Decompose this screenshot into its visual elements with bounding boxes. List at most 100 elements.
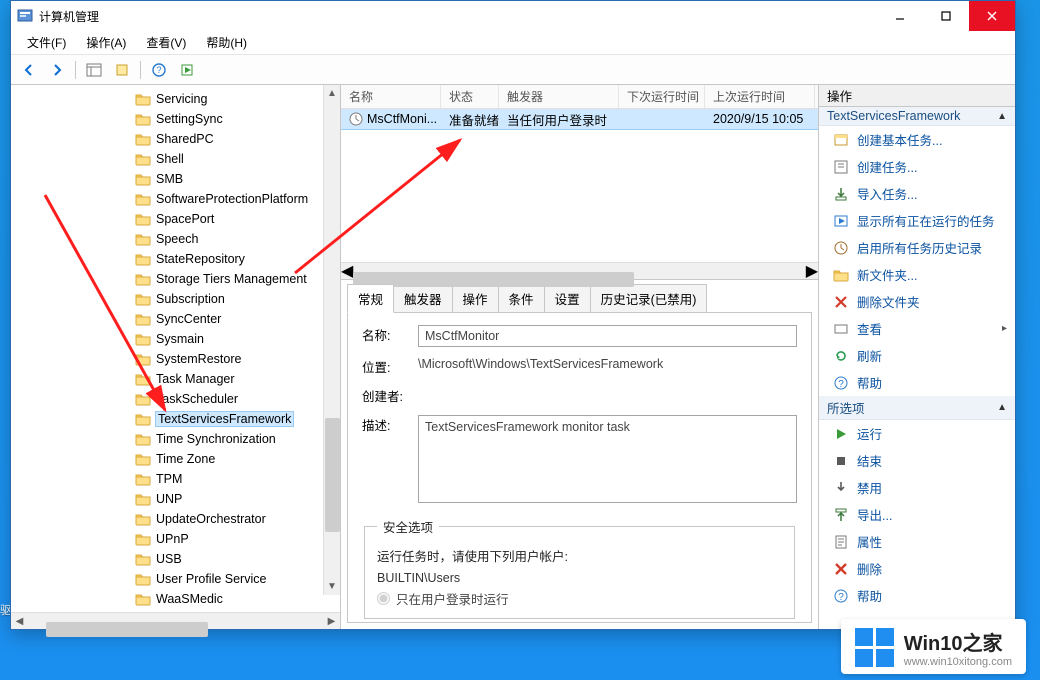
tree-node-wcm[interactable]: WCM <box>135 609 340 612</box>
tree-node-spaceport[interactable]: SpacePort <box>135 209 340 229</box>
action-查看[interactable]: 查看 <box>819 315 1015 342</box>
action-显示所有正在运行的任务[interactable]: 显示所有正在运行的任务 <box>819 207 1015 234</box>
folder-icon <box>135 392 151 406</box>
tree-node-subscription[interactable]: Subscription <box>135 289 340 309</box>
action-删除[interactable]: 删除 <box>819 555 1015 582</box>
task-details: 常规 触发器 操作 条件 设置 历史记录(已禁用) 名称: 位置: \Micro… <box>341 280 818 629</box>
menu-action[interactable]: 操作(A) <box>76 31 136 54</box>
toolbar-properties-button[interactable] <box>110 59 134 81</box>
menu-file[interactable]: 文件(F) <box>17 31 76 54</box>
tree-node-servicing[interactable]: Servicing <box>135 89 340 109</box>
action-启用所有任务历史记录[interactable]: 启用所有任务历史记录 <box>819 234 1015 261</box>
watermark: Win10之家 www.win10xitong.com <box>841 619 1026 674</box>
minimize-button[interactable] <box>877 1 923 31</box>
action-label: 禁用 <box>857 478 882 497</box>
tree-pane: ServicingSettingSync SharedPC Shell SMBSoft… <box>11 85 341 629</box>
action-帮助[interactable]: ?帮助 <box>819 582 1015 609</box>
maximize-button[interactable] <box>923 1 969 31</box>
import-icon <box>833 186 849 202</box>
task-cell-triggers: 当任何用户登录时 <box>499 110 619 129</box>
tree-node-label: Time Zone <box>156 452 215 466</box>
nav-forward-button[interactable] <box>45 59 69 81</box>
tree-node-taskscheduler[interactable]: TaskScheduler <box>135 389 340 409</box>
tree-node-user-profile-service[interactable]: User Profile Service <box>135 569 340 589</box>
tree-node-softwareprotectionplatform[interactable]: SoftwareProtectionPlatform <box>135 189 340 209</box>
tree-node-textservicesframework[interactable]: TextServicesFramework <box>135 409 340 429</box>
tab-general[interactable]: 常规 <box>347 284 394 313</box>
titlebar: 计算机管理 <box>11 1 1015 31</box>
folder-icon <box>135 512 151 526</box>
tree-node-shell[interactable]: Shell <box>135 149 340 169</box>
action-新文件夹[interactable]: 新文件夹... <box>819 261 1015 288</box>
tree-node-label: Sysmain <box>156 332 204 346</box>
task-row[interactable]: MsCtfMoni...准备就绪当任何用户登录时2020/9/15 10:05 <box>341 109 818 129</box>
tasklist-hscrollbar[interactable]: ◀ ▶ <box>341 262 818 279</box>
tree-node-smb[interactable]: SMB <box>135 169 340 189</box>
task-create-icon <box>833 159 849 175</box>
field-description[interactable] <box>418 415 797 503</box>
action-导入任务[interactable]: 导入任务... <box>819 180 1015 207</box>
tree-node-sharedpc[interactable]: SharedPC <box>135 129 340 149</box>
action-导出[interactable]: 导出... <box>819 501 1015 528</box>
security-account: BUILTIN\Users <box>377 571 782 585</box>
toolbar-help-button[interactable]: ? <box>147 59 171 81</box>
action-运行[interactable]: 运行 <box>819 420 1015 447</box>
tree-node-label: Shell <box>156 152 184 166</box>
tree-node-settingsync[interactable]: SettingSync <box>135 109 340 129</box>
action-label: 创建基本任务... <box>857 130 942 149</box>
history-icon <box>833 240 849 256</box>
radio-run-logged-on[interactable]: 只在用户登录时运行 <box>377 589 782 608</box>
tree-node-time-synchronization[interactable]: Time Synchronization <box>135 429 340 449</box>
tree-node-updateorchestrator[interactable]: UpdateOrchestrator <box>135 509 340 529</box>
action-帮助[interactable]: ?帮助 <box>819 369 1015 396</box>
properties-icon <box>833 534 849 550</box>
tree-node-label: SharedPC <box>156 132 214 146</box>
tree-node-synccenter[interactable]: SyncCenter <box>135 309 340 329</box>
tree-node-systemrestore[interactable]: SystemRestore <box>135 349 340 369</box>
toolbar-showhide-button[interactable] <box>82 59 106 81</box>
tree-node-upnp[interactable]: UPnP <box>135 529 340 549</box>
tree-node-time-zone[interactable]: Time Zone <box>135 449 340 469</box>
action-禁用[interactable]: 禁用 <box>819 474 1015 501</box>
tree-hscrollbar[interactable]: ◀ ▶ <box>11 612 340 629</box>
tab-triggers[interactable]: 触发器 <box>393 284 453 313</box>
col-next_run[interactable]: 下次运行时间 <box>619 85 705 108</box>
folder-icon <box>135 352 151 366</box>
tab-history[interactable]: 历史记录(已禁用) <box>590 284 708 313</box>
tree-node-label: Time Synchronization <box>156 432 276 446</box>
tree-node-staterepository[interactable]: StateRepository <box>135 249 340 269</box>
action-结束[interactable]: 结束 <box>819 447 1015 474</box>
tree-node-storage-tiers-management[interactable]: Storage Tiers Management <box>135 269 340 289</box>
action-刷新[interactable]: 刷新 <box>819 342 1015 369</box>
action-label: 创建任务... <box>857 157 917 176</box>
action-属性[interactable]: 属性 <box>819 528 1015 555</box>
toolbar-run-button[interactable] <box>175 59 199 81</box>
action-创建任务[interactable]: 创建任务... <box>819 153 1015 180</box>
col-last_run[interactable]: 上次运行时间 <box>705 85 815 108</box>
action-label: 删除文件夹 <box>857 292 920 311</box>
tree-node-unp[interactable]: UNP <box>135 489 340 509</box>
folder-icon <box>135 432 151 446</box>
tab-actions[interactable]: 操作 <box>452 284 499 313</box>
tree-node-tpm[interactable]: TPM <box>135 469 340 489</box>
col-status[interactable]: 状态 <box>441 85 499 108</box>
menu-view[interactable]: 查看(V) <box>136 31 196 54</box>
field-name[interactable] <box>418 325 797 347</box>
col-triggers[interactable]: 触发器 <box>499 85 619 108</box>
action-创建基本任务[interactable]: 创建基本任务... <box>819 126 1015 153</box>
tree-node-speech[interactable]: Speech <box>135 229 340 249</box>
tree-node-waasmedic[interactable]: WaaSMedic <box>135 589 340 609</box>
close-button[interactable] <box>969 1 1015 31</box>
actions-group-selected[interactable]: 所选项▲ <box>819 396 1015 420</box>
col-name[interactable]: 名称 <box>341 85 441 108</box>
actions-group-folder[interactable]: TextServicesFramework▲ <box>819 107 1015 126</box>
menu-help[interactable]: 帮助(H) <box>196 31 257 54</box>
tree-node-usb[interactable]: USB <box>135 549 340 569</box>
tab-conditions[interactable]: 条件 <box>498 284 545 313</box>
nav-back-button[interactable] <box>17 59 41 81</box>
action-删除文件夹[interactable]: 删除文件夹 <box>819 288 1015 315</box>
tree-node-task-manager[interactable]: Task Manager <box>135 369 340 389</box>
tree-node-sysmain[interactable]: Sysmain <box>135 329 340 349</box>
tab-settings[interactable]: 设置 <box>544 284 591 313</box>
tree-vscrollbar[interactable]: ▲ ▼ <box>323 85 340 595</box>
